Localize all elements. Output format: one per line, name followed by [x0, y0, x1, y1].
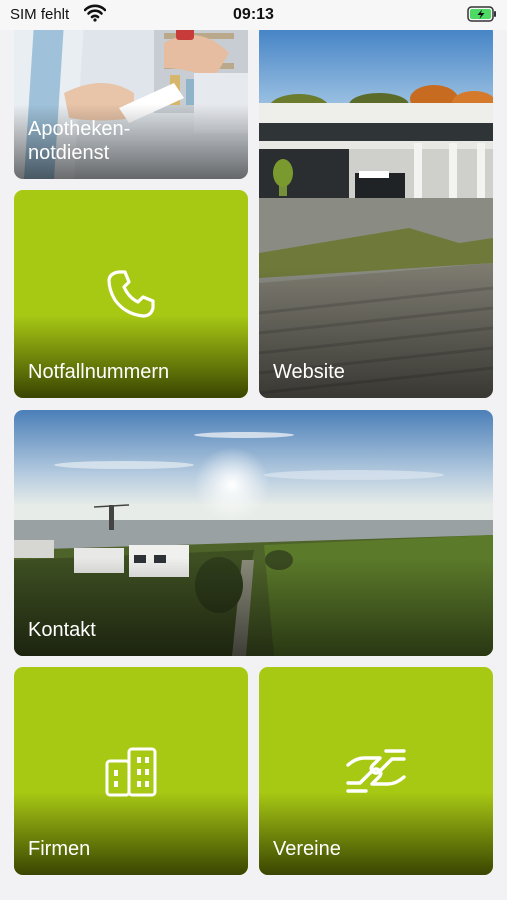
status-bar: SIM fehlt 09:13 [0, 0, 507, 30]
tile-apotheken-notdienst[interactable]: Apotheken- notdienst [14, 23, 248, 179]
handshake-icon [346, 749, 406, 793]
tile-label: Apotheken- notdienst [28, 118, 131, 164]
phone-icon [107, 270, 155, 318]
tile-firmen[interactable]: Firmen [14, 667, 248, 875]
tile-label: Website [273, 361, 345, 383]
tile-vereine[interactable]: Vereine [259, 667, 493, 875]
tile-label: Notfallnummern [28, 361, 170, 383]
tile-notfallnummern[interactable]: Notfallnummern [14, 190, 248, 398]
buildings-icon [105, 747, 157, 797]
clock: 09:13 [233, 6, 274, 23]
tile-website[interactable]: Website [259, 23, 493, 398]
tile-label: Kontakt [28, 619, 96, 641]
tile-label: Vereine [273, 838, 341, 860]
battery-charging-icon [467, 6, 496, 22]
tile-kontakt[interactable]: Kontakt [14, 410, 493, 656]
tile-label: Firmen [28, 838, 91, 860]
